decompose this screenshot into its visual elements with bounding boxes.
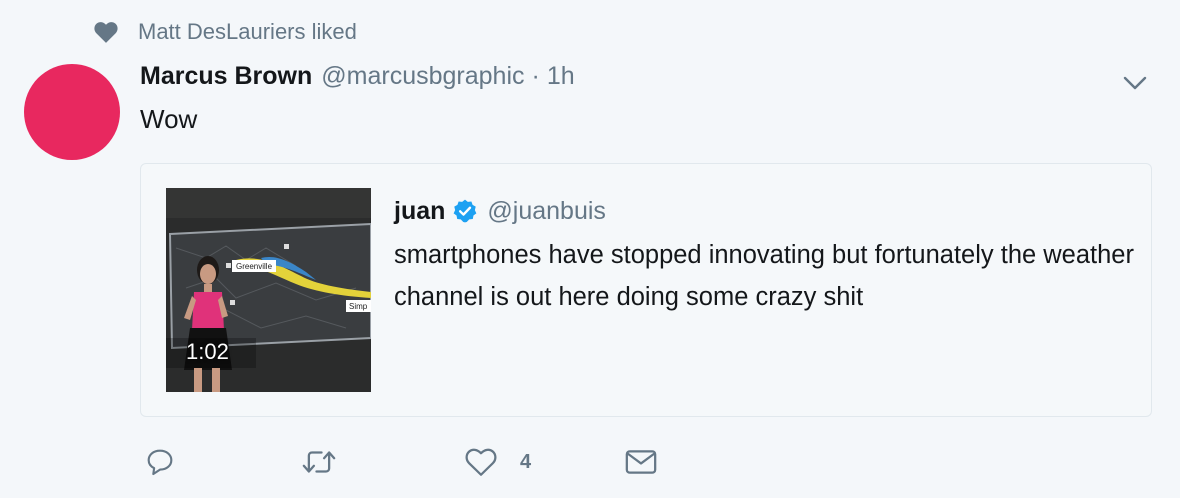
reply-button[interactable] (144, 442, 176, 482)
video-duration: 1:02 (186, 339, 229, 364)
avatar[interactable] (24, 64, 120, 160)
chevron-down-icon (1123, 76, 1147, 90)
retweet-icon (302, 451, 336, 473)
quoted-header: juan @juanbuis (394, 194, 606, 228)
tweet-header: Marcus Brown @marcusbgraphic · 1h (140, 62, 575, 96)
svg-text:Greenville: Greenville (236, 262, 273, 271)
heart-outline-icon (465, 448, 497, 476)
quoted-text: smartphones have stopped innovating but … (394, 241, 1134, 311)
social-context-text[interactable]: Matt DesLauriers liked (138, 19, 357, 45)
separator-dot: · (531, 62, 540, 90)
more-options-button[interactable] (1120, 68, 1150, 98)
quoted-handle[interactable]: @juanbuis (487, 197, 606, 226)
reply-icon (147, 449, 173, 476)
tweet-text: Wow (140, 104, 198, 134)
author-handle[interactable]: @marcusbgraphic (321, 62, 524, 91)
svg-text:Simp: Simp (349, 302, 368, 311)
social-context: Matt DesLauriers liked (92, 18, 357, 46)
like-count: 4 (520, 450, 532, 473)
retweet-button[interactable] (300, 442, 338, 482)
quoted-fullname[interactable]: juan (394, 197, 445, 226)
video-thumbnail[interactable]: Greenville Simp 1:02 (166, 188, 371, 392)
verified-badge-icon (452, 198, 478, 224)
heart-icon (92, 18, 120, 46)
like-button[interactable]: 4 (464, 442, 531, 482)
author-fullname[interactable]: Marcus Brown (140, 62, 312, 91)
tweet-actions: 4 (140, 442, 700, 482)
tweet-timestamp[interactable]: 1h (547, 62, 575, 91)
envelope-icon (625, 450, 657, 474)
direct-message-button[interactable] (624, 442, 658, 482)
quoted-tweet[interactable]: Greenville Simp 1:02 juan @juanbuis smar… (140, 163, 1152, 417)
